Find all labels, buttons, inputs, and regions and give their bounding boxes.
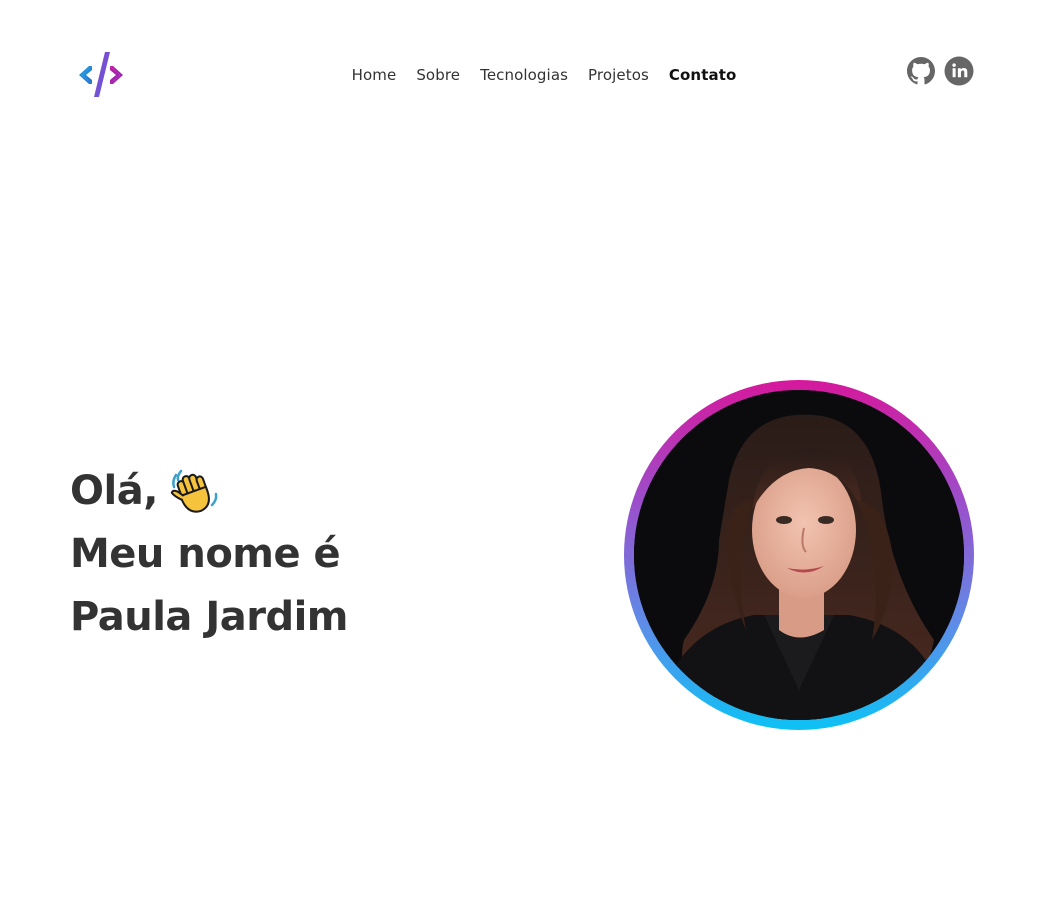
nav-link-projetos[interactable]: Projetos [588,63,649,87]
nav-link-home[interactable]: Home [352,63,397,87]
profile-photo [634,390,964,720]
main-nav: Home Sobre Tecnologias Projetos Contato [0,63,1058,87]
page: Home Sobre Tecnologias Projetos Contato [0,0,1058,924]
nav-link-contato[interactable]: Contato [669,63,736,87]
intro-line: Meu nome é [70,531,341,577]
site-header: Home Sobre Tecnologias Projetos Contato [0,0,1058,150]
linkedin-link[interactable] [944,56,974,86]
social-links [906,56,974,86]
greeting-text: Olá, [70,468,158,514]
profile-photo-frame [624,380,974,730]
greeting-line: Olá, [70,460,348,523]
github-link[interactable] [906,56,936,86]
nav-link-sobre[interactable]: Sobre [416,63,460,87]
waving-hand-icon [170,467,220,517]
github-icon [906,56,936,86]
nav-link-tecnologias[interactable]: Tecnologias [480,63,568,87]
name-line: Paula Jardim [70,594,348,640]
linkedin-icon [944,56,974,86]
hero-heading: Olá, Meu nome é Paula Jardim [70,460,348,649]
